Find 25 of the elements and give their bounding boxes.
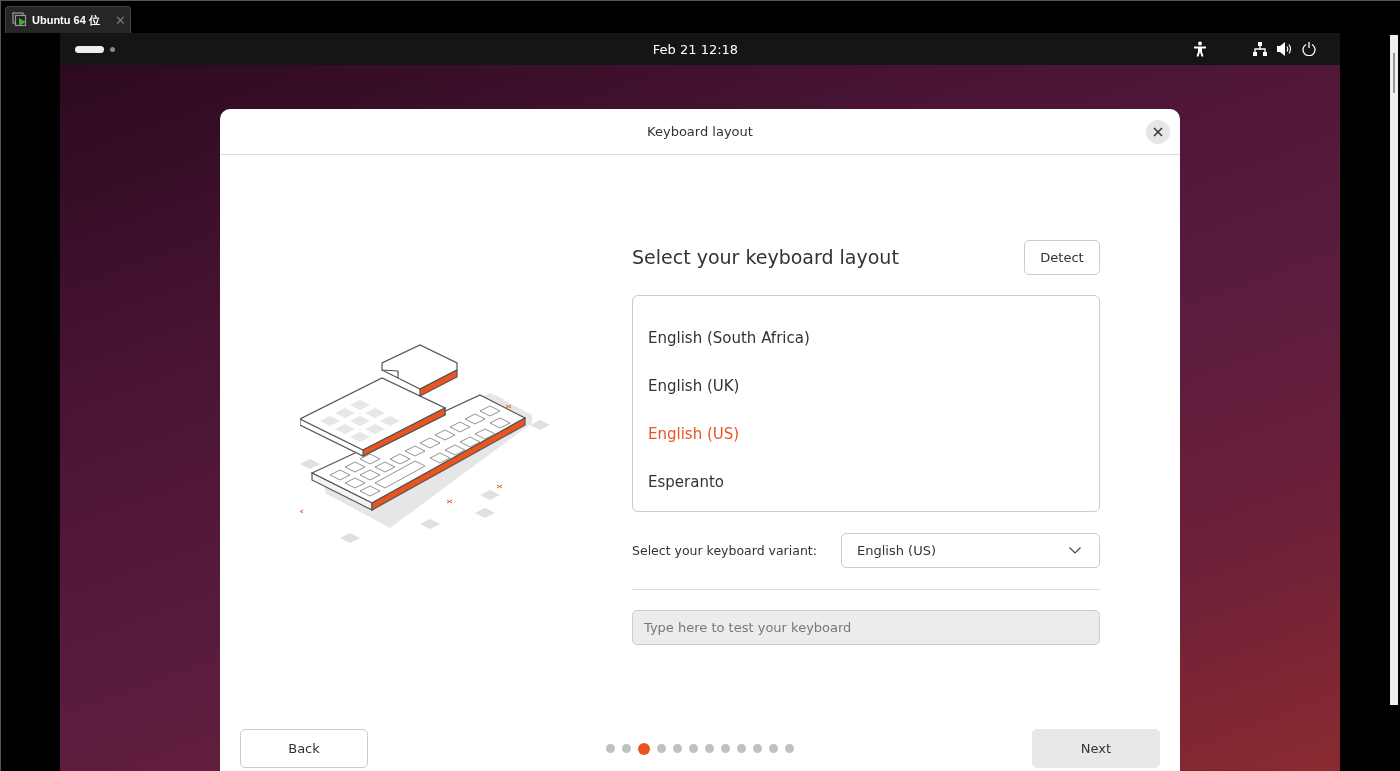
layout-item[interactable]: English (UK) [633,362,1099,410]
layout-item[interactable]: English (US) [633,410,1099,458]
scrollbar[interactable] [1390,35,1398,705]
volume-icon[interactable] [1277,42,1292,56]
detect-button[interactable]: Detect [1024,239,1100,275]
tab-title: Ubuntu 64 位 [32,12,100,28]
variant-label: Select your keyboard variant: [632,543,817,558]
close-button[interactable] [1146,120,1170,144]
vm-tab[interactable]: Ubuntu 64 位 ✕ [5,6,131,33]
test-input-field[interactable]: Type here to test your keyboard [632,610,1100,645]
close-icon [1153,127,1163,137]
layout-item[interactable]: English (South Africa) [633,314,1099,362]
next-button[interactable]: Next [1032,729,1160,768]
vm-play-icon [12,12,28,28]
clock[interactable]: Feb 21 12:18 [375,41,1016,57]
variant-dropdown[interactable]: English (US) [841,533,1100,568]
layout-item[interactable]: Esperanto [633,458,1099,506]
accessibility-icon[interactable] [1193,41,1207,57]
chevron-down-icon [1069,547,1081,554]
power-icon[interactable] [1302,42,1316,56]
section-heading: Select your keyboard layout [632,246,899,268]
back-button[interactable]: Back [240,729,368,768]
network-icon[interactable] [1253,42,1267,56]
workspace-indicator[interactable] [75,45,104,53]
dialog-title: Keyboard layout [647,124,753,139]
